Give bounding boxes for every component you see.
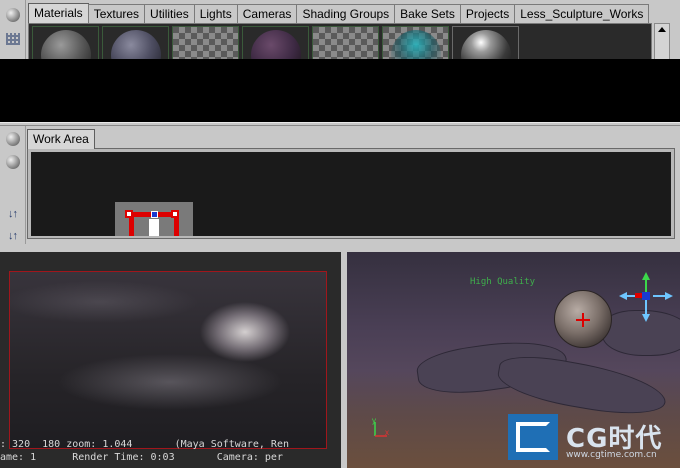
sphere-swatch-icon-3[interactable] bbox=[3, 152, 22, 171]
svg-text:x: x bbox=[385, 428, 389, 437]
material-swatch[interactable] bbox=[312, 26, 379, 59]
swatch-scrollbar[interactable] bbox=[654, 23, 670, 60]
material-swatch[interactable] bbox=[382, 26, 449, 59]
tab-projects[interactable]: Projects bbox=[459, 4, 516, 23]
render-status-text: ame: 1 Render Time: 0:03 Camera: per bbox=[0, 452, 283, 463]
tab-bake-sets[interactable]: Bake Sets bbox=[394, 4, 461, 23]
tab-utilities[interactable]: Utilities bbox=[144, 4, 195, 23]
material-swatch-area bbox=[28, 23, 652, 60]
viewport-quality-label: High Quality bbox=[470, 277, 536, 287]
render-image bbox=[9, 271, 327, 449]
cloud-geometry bbox=[494, 349, 670, 423]
render-info-text: : 320 180 zoom: 1.044 (Maya Software, Re… bbox=[0, 439, 289, 450]
tab-cameras[interactable]: Cameras bbox=[236, 4, 298, 23]
sort-by-name-icon[interactable]: ↓↑ bbox=[3, 204, 22, 223]
material-swatch-selected[interactable] bbox=[452, 26, 519, 59]
material-swatch[interactable] bbox=[32, 26, 99, 59]
sphere-swatch-icon-2[interactable] bbox=[3, 129, 22, 148]
hypershade-tabs: Materials Textures Utilities Lights Came… bbox=[28, 3, 650, 23]
cgtime-logo bbox=[508, 414, 558, 460]
move-manipulator-icon[interactable] bbox=[615, 272, 677, 334]
panel-divider[interactable] bbox=[0, 122, 680, 126]
svg-text:y: y bbox=[372, 418, 376, 425]
watermark-url: www.cgtime.com.cn bbox=[566, 450, 657, 460]
sphere-swatch-icon[interactable] bbox=[3, 5, 22, 24]
material-swatch[interactable] bbox=[172, 26, 239, 59]
shader-node[interactable] bbox=[115, 202, 193, 236]
pivot-icon bbox=[576, 313, 590, 327]
tab-shading-groups[interactable]: Shading Groups bbox=[296, 4, 396, 23]
material-swatch[interactable] bbox=[102, 26, 169, 59]
tab-textures[interactable]: Textures bbox=[87, 4, 146, 23]
scroll-up-arrow-icon[interactable] bbox=[658, 27, 666, 32]
tab-less-sculpture-works[interactable]: Less_Sculpture_Works bbox=[514, 4, 650, 23]
tab-lights[interactable]: Lights bbox=[193, 4, 238, 23]
list-view-icon[interactable] bbox=[3, 29, 22, 48]
axis-indicator-icon: y x bbox=[372, 418, 389, 437]
render-view-panel: : 320 180 zoom: 1.044 (Maya Software, Re… bbox=[0, 252, 341, 468]
node-connection-icon bbox=[151, 211, 158, 218]
bottom-panel-divider bbox=[0, 244, 680, 252]
tab-work-area[interactable]: Work Area bbox=[27, 129, 95, 149]
work-area-canvas[interactable] bbox=[31, 152, 671, 236]
sort-by-type-icon[interactable]: ↓↑ bbox=[3, 226, 22, 245]
material-swatch[interactable] bbox=[242, 26, 309, 59]
maya-window: ↓↑ ↓↑ Materials Textures Utilities Light… bbox=[0, 0, 680, 468]
blacked-out-region bbox=[0, 59, 680, 122]
tab-materials[interactable]: Materials bbox=[28, 3, 89, 23]
